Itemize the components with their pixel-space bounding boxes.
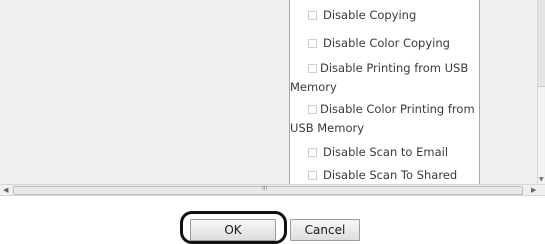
horizontal-scroll-thumb[interactable]: III [13, 185, 523, 195]
checkbox[interactable] [308, 105, 317, 114]
ok-button[interactable]: OK [190, 219, 276, 241]
scroll-right-arrow-icon[interactable]: ▶ [531, 186, 536, 194]
checkbox[interactable] [308, 64, 317, 73]
option-label: Disable Scan to Email [323, 145, 449, 159]
checkbox[interactable] [308, 11, 317, 20]
option-label: Disable Copying [323, 8, 417, 22]
option-label: Disable Printing from USB [320, 61, 469, 75]
option-label: Disable Color Printing from [320, 102, 475, 116]
option-disable-copying[interactable]: Disable Copying [308, 6, 477, 25]
option-label: Disable Color Copying [323, 36, 450, 50]
settings-content-area: Disable Copying Disable Color Copying Di… [0, 0, 545, 188]
option-disable-printing-usb[interactable]: Disable Printing from USB Memory [290, 59, 477, 97]
option-label-continued: USB Memory [290, 121, 365, 135]
cancel-button[interactable]: Cancel [290, 219, 360, 241]
restriction-options-panel: Disable Copying Disable Color Copying Di… [289, 0, 480, 184]
vertical-scroll-thumb[interactable] [538, 0, 545, 87]
option-label: Disable Scan To Shared Folders [323, 168, 458, 182]
option-disable-color-copying[interactable]: Disable Color Copying [308, 34, 477, 53]
scroll-grip-icon: III [262, 185, 268, 192]
option-disable-scan-shared-folders[interactable]: Disable Scan To Shared Folders [308, 166, 477, 184]
horizontal-scrollbar[interactable]: ◀ III ▶ [0, 184, 545, 196]
option-disable-color-printing-usb[interactable]: Disable Color Printing from USB Memory [290, 100, 477, 138]
scroll-left-arrow-icon[interactable]: ◀ [3, 186, 8, 194]
scroll-down-arrow-icon[interactable]: ▼ [539, 176, 544, 183]
checkbox[interactable] [308, 171, 317, 180]
checkbox[interactable] [308, 148, 317, 157]
option-disable-scan-email[interactable]: Disable Scan to Email [308, 143, 477, 162]
vertical-scrollbar[interactable]: ▼ [537, 0, 545, 184]
checkbox[interactable] [308, 39, 317, 48]
option-label-continued: Memory [290, 80, 337, 94]
